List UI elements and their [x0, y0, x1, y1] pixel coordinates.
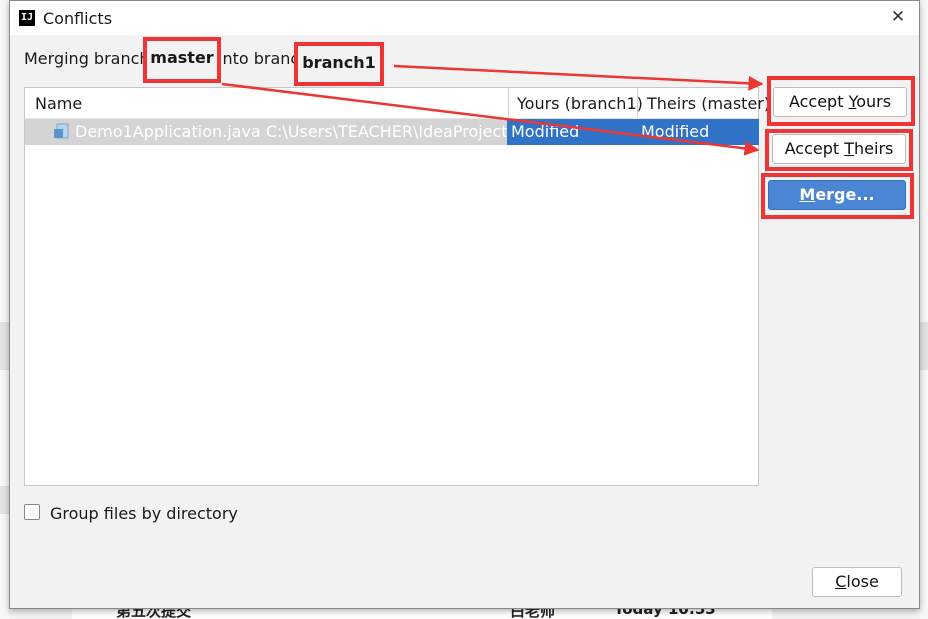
accept-theirs-label: Accept: [784, 139, 845, 158]
close-label: lose: [846, 572, 879, 591]
background-toolbar-right: [920, 322, 928, 370]
target-branch-highlight: branch1: [294, 42, 384, 86]
java-file-icon: [54, 123, 69, 139]
column-divider[interactable]: [637, 88, 638, 118]
background-panel-left: [0, 486, 9, 514]
merge-mnemonic: M: [799, 185, 816, 204]
source-branch-name: master: [150, 48, 214, 67]
group-by-directory-label[interactable]: Group files by directory: [50, 504, 238, 523]
close-button[interactable]: Close: [812, 567, 902, 597]
background-right-edge: [920, 0, 928, 619]
accept-theirs-label-rest: heirs: [854, 139, 894, 158]
accept-theirs-button[interactable]: Accept Theirs: [772, 134, 906, 164]
accept-yours-button[interactable]: Accept Yours: [773, 87, 907, 117]
intellij-app-icon: IJ: [19, 10, 35, 26]
conflicts-dialog: IJ Conflicts ✕ Merging branch into branc…: [9, 0, 920, 609]
accept-theirs-mnemonic: T: [844, 139, 855, 158]
source-branch-highlight: master: [143, 37, 221, 83]
yours-status-cell[interactable]: Modified: [507, 119, 637, 145]
merge-prefix-text: Merging branch: [24, 49, 150, 68]
group-by-directory-checkbox[interactable]: [24, 504, 40, 520]
file-name: Demo1Application.java C:\Users\TEACHER\I…: [75, 122, 507, 141]
accept-yours-label: Accept: [788, 92, 849, 111]
table-row[interactable]: Demo1Application.java C:\Users\TEACHER\I…: [25, 119, 759, 145]
column-divider[interactable]: [508, 88, 509, 118]
accept-yours-label-rest: ours: [856, 92, 892, 111]
column-header-yours[interactable]: Yours (branch1): [517, 94, 643, 113]
merge-label: erge...: [815, 185, 875, 204]
file-name-cell[interactable]: Demo1Application.java C:\Users\TEACHER\I…: [25, 119, 507, 145]
conflicts-table[interactable]: Name Yours (branch1) Theirs (master) Dem…: [24, 87, 770, 486]
close-mnemonic: C: [835, 572, 847, 591]
column-header-theirs[interactable]: Theirs (master): [647, 94, 770, 113]
title-bar: IJ Conflicts ✕: [10, 1, 919, 35]
target-branch-name: branch1: [302, 53, 376, 72]
close-icon[interactable]: ✕: [886, 5, 910, 29]
background-toolbar-left: [0, 322, 9, 370]
background-left-edge: [0, 0, 9, 619]
merge-button[interactable]: Merge...: [768, 180, 906, 210]
theirs-status-cell[interactable]: Modified: [637, 119, 759, 145]
dialog-title: Conflicts: [43, 9, 113, 28]
table-header: Name Yours (branch1) Theirs (master): [25, 88, 770, 119]
column-header-name[interactable]: Name: [35, 94, 82, 113]
